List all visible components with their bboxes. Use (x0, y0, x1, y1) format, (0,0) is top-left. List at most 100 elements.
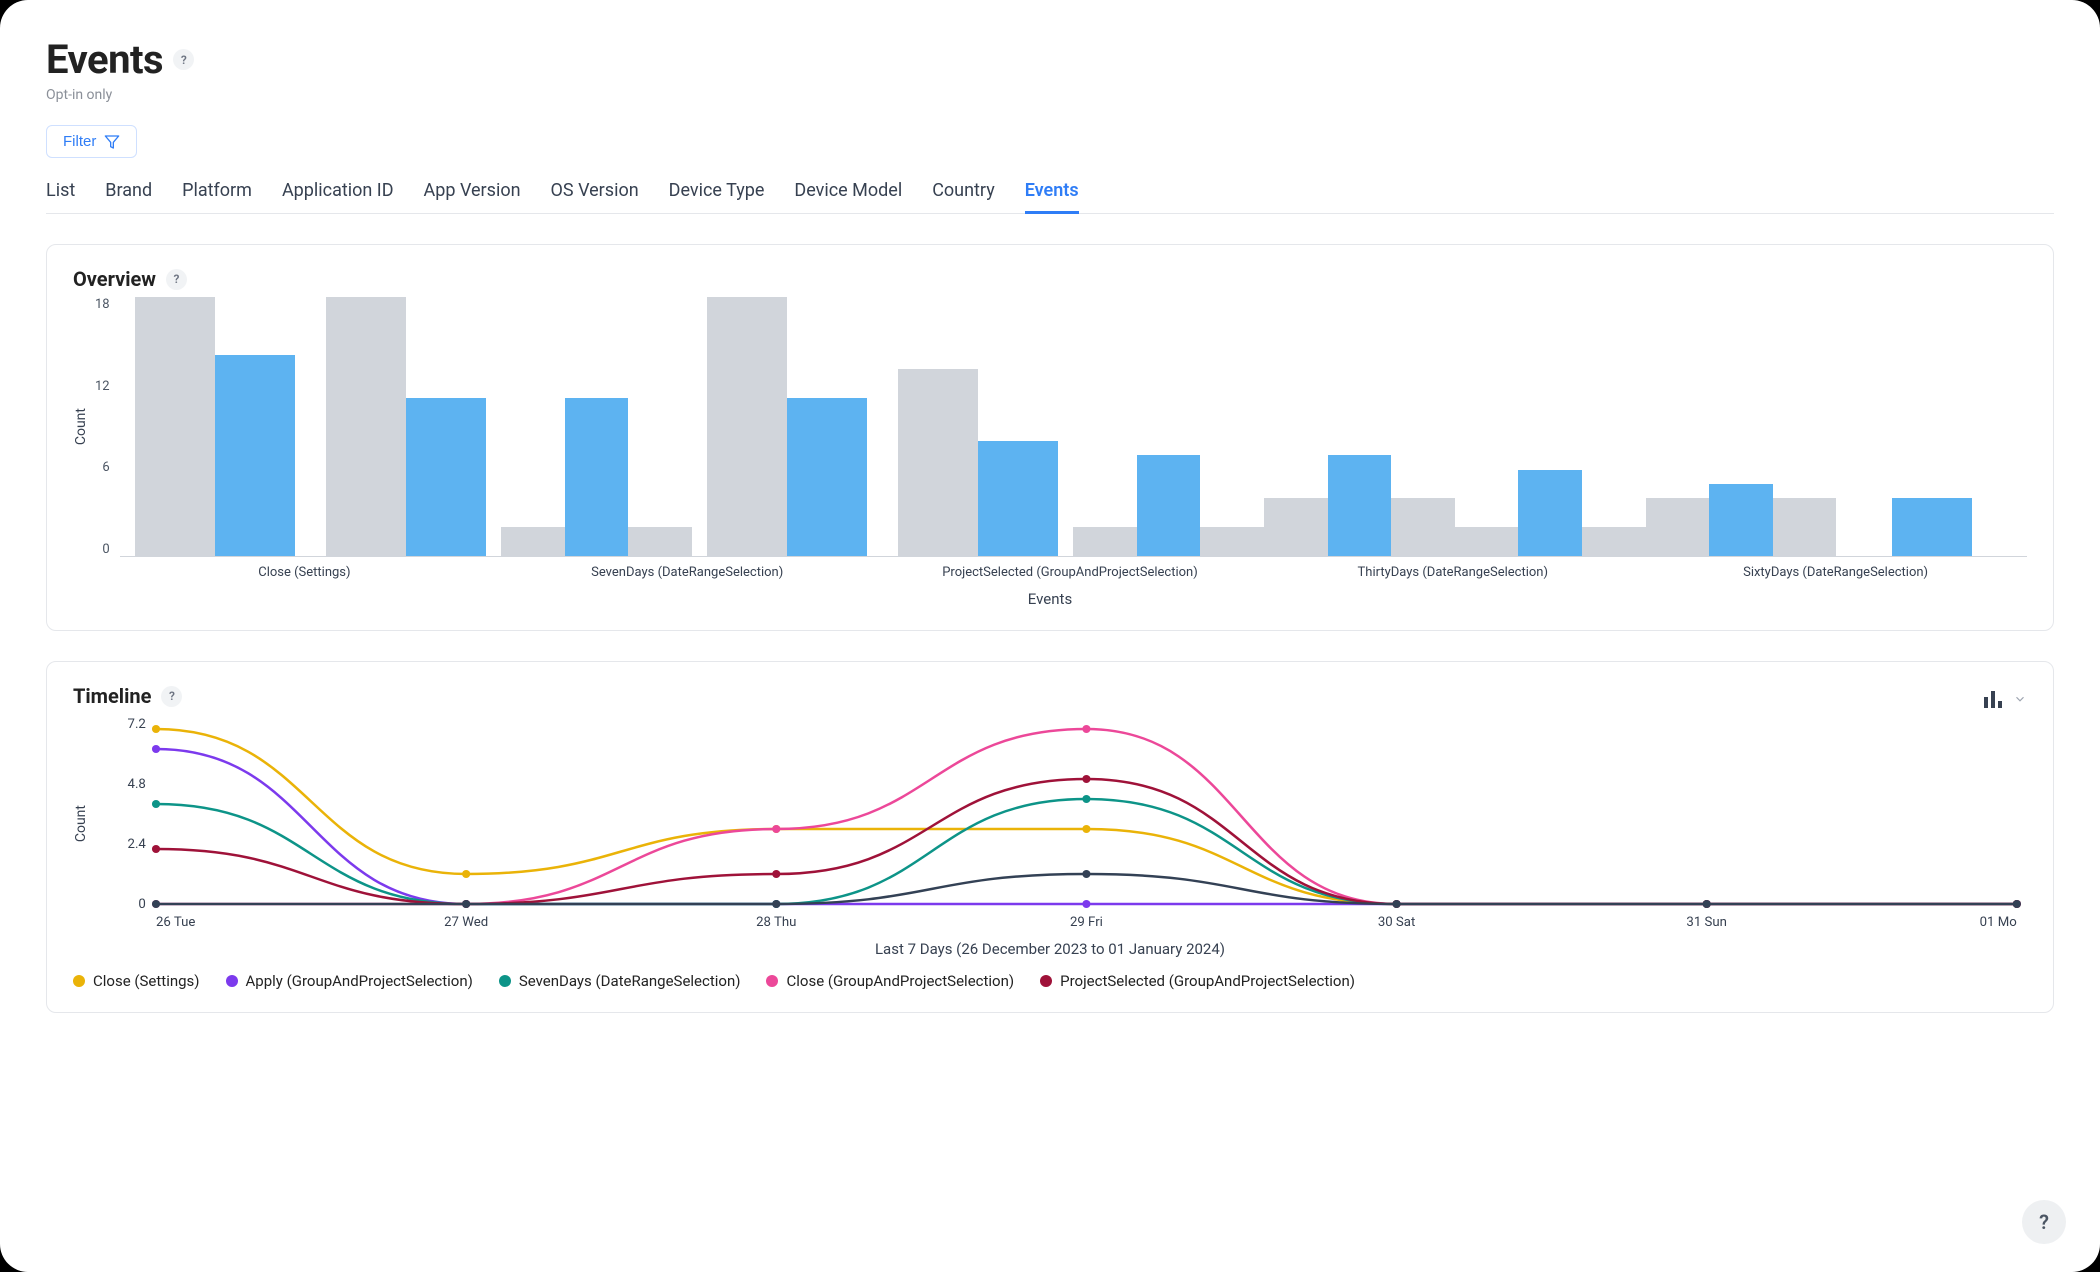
timeline-title: Timeline ? (73, 684, 182, 708)
grey-bar (898, 369, 978, 556)
timeline-legend: Close (Settings) Apply (GroupAndProjectSe… (73, 972, 2027, 990)
help-icon[interactable]: ? (161, 686, 182, 707)
filter-button[interactable]: Filter (46, 125, 137, 158)
floating-help-button[interactable]: ? (2022, 1200, 2066, 1244)
timeline-point (152, 900, 160, 908)
timeline-point (2013, 900, 2021, 908)
grey-bar (1773, 498, 1837, 556)
timeline-point (1082, 775, 1090, 783)
blue-bar (215, 355, 295, 556)
timeline-point (1082, 795, 1090, 803)
grey-bar (1391, 498, 1455, 556)
blue-bar (1137, 455, 1201, 556)
overview-title: Overview ? (73, 267, 2027, 291)
timeline-title-text: Timeline (73, 684, 151, 708)
grey-bar (501, 527, 565, 556)
help-icon[interactable]: ? (173, 49, 194, 70)
svg-text:26 Tue: 26 Tue (156, 915, 195, 930)
bar-group (310, 297, 501, 556)
grey-bar (707, 297, 787, 556)
overview-ylabel: Count (73, 408, 89, 445)
svg-text:29 Fri: 29 Fri (1070, 915, 1103, 930)
blue-bar (978, 441, 1058, 556)
overview-xlabels: Close (Settings)SevenDays (DateRangeSele… (113, 557, 2027, 580)
page-title-text: Events (46, 36, 163, 83)
timeline-point (772, 870, 780, 878)
bar-group (883, 297, 1074, 556)
grey-bar (1264, 498, 1328, 556)
legend-item[interactable]: ProjectSelected (GroupAndProjectSelectio… (1040, 972, 1355, 990)
svg-text:28 Thu: 28 Thu (756, 915, 796, 930)
page-title: Events ? (46, 36, 2054, 83)
tab-device-model[interactable]: Device Model (794, 180, 902, 213)
timeline-series (156, 799, 2017, 904)
grey-bar (326, 297, 406, 556)
tab-platform[interactable]: Platform (182, 180, 252, 213)
timeline-point (772, 900, 780, 908)
timeline-point (1703, 900, 1711, 908)
legend-label: Close (GroupAndProjectSelection) (786, 972, 1014, 990)
timeline-series (156, 874, 2017, 904)
bar-group (1646, 297, 1837, 556)
tab-country[interactable]: Country (932, 180, 995, 213)
timeline-point (772, 825, 780, 833)
legend-swatch (226, 975, 238, 987)
bar-group (120, 297, 311, 556)
overview-bars (120, 297, 2027, 556)
legend-item[interactable]: SevenDays (DateRangeSelection) (499, 972, 741, 990)
help-icon[interactable]: ? (166, 269, 187, 290)
legend-swatch (73, 975, 85, 987)
grey-bar (1646, 498, 1710, 556)
blue-bar (1892, 498, 1972, 556)
svg-text:0: 0 (138, 897, 145, 912)
svg-text:01 Mo: 01 Mo (1980, 915, 2017, 930)
grey-bar (628, 527, 692, 556)
legend-item[interactable]: Apply (GroupAndProjectSelection) (226, 972, 473, 990)
legend-swatch (1040, 975, 1052, 987)
filter-icon (104, 134, 120, 150)
timeline-caption: Last 7 Days (26 December 2023 to 01 Janu… (73, 940, 2027, 958)
overview-xlabel-tick: SevenDays (DateRangeSelection) (496, 557, 879, 580)
grey-bar (135, 297, 215, 556)
blue-bar (1709, 484, 1773, 556)
overview-card: Overview ? Count 181260 Close (Settings)… (46, 244, 2054, 631)
filter-button-label: Filter (63, 133, 96, 150)
legend-label: Apply (GroupAndProjectSelection) (246, 972, 473, 990)
bar-group (501, 297, 692, 556)
legend-label: SevenDays (DateRangeSelection) (519, 972, 741, 990)
overview-chart: Count 181260 (73, 297, 2027, 557)
tab-application-id[interactable]: Application ID (282, 180, 394, 213)
chart-type-toggle[interactable] (1981, 687, 2027, 711)
overview-xlabel-tick: Close (Settings) (113, 557, 496, 580)
timeline-point (152, 725, 160, 733)
legend-item[interactable]: Close (Settings) (73, 972, 200, 990)
blue-bar (1328, 455, 1392, 556)
legend-swatch (499, 975, 511, 987)
grey-bar (1455, 527, 1519, 556)
bar-group (692, 297, 883, 556)
timeline-card: Timeline ? Count 02.44.87.226 Tue27 Wed2… (46, 661, 2054, 1013)
timeline-point (1082, 725, 1090, 733)
bar-group (1836, 297, 2027, 556)
tab-device-type[interactable]: Device Type (669, 180, 765, 213)
tab-os-version[interactable]: OS Version (551, 180, 639, 213)
blue-bar (565, 398, 629, 556)
tab-events[interactable]: Events (1025, 180, 1079, 213)
bar-chart-icon (1981, 687, 2005, 711)
timeline-point (1082, 870, 1090, 878)
tab-app-version[interactable]: App Version (424, 180, 521, 213)
timeline-point (1082, 825, 1090, 833)
overview-xlabel-tick: SixtyDays (DateRangeSelection) (1644, 557, 2027, 580)
legend-swatch (766, 975, 778, 987)
overview-xlabel-tick: ProjectSelected (GroupAndProjectSelectio… (879, 557, 1262, 580)
legend-label: ProjectSelected (GroupAndProjectSelectio… (1060, 972, 1355, 990)
tab-list[interactable]: List (46, 180, 75, 213)
grey-bar (1073, 527, 1137, 556)
svg-text:30 Sat: 30 Sat (1378, 915, 1415, 930)
legend-item[interactable]: Close (GroupAndProjectSelection) (766, 972, 1014, 990)
overview-xlabel-tick: ThirtyDays (DateRangeSelection) (1261, 557, 1644, 580)
timeline-ylabel: Count (73, 805, 89, 842)
tabs: List Brand Platform Application ID App Versi… (46, 180, 2054, 214)
tab-brand[interactable]: Brand (105, 180, 152, 213)
blue-bar (787, 398, 867, 556)
